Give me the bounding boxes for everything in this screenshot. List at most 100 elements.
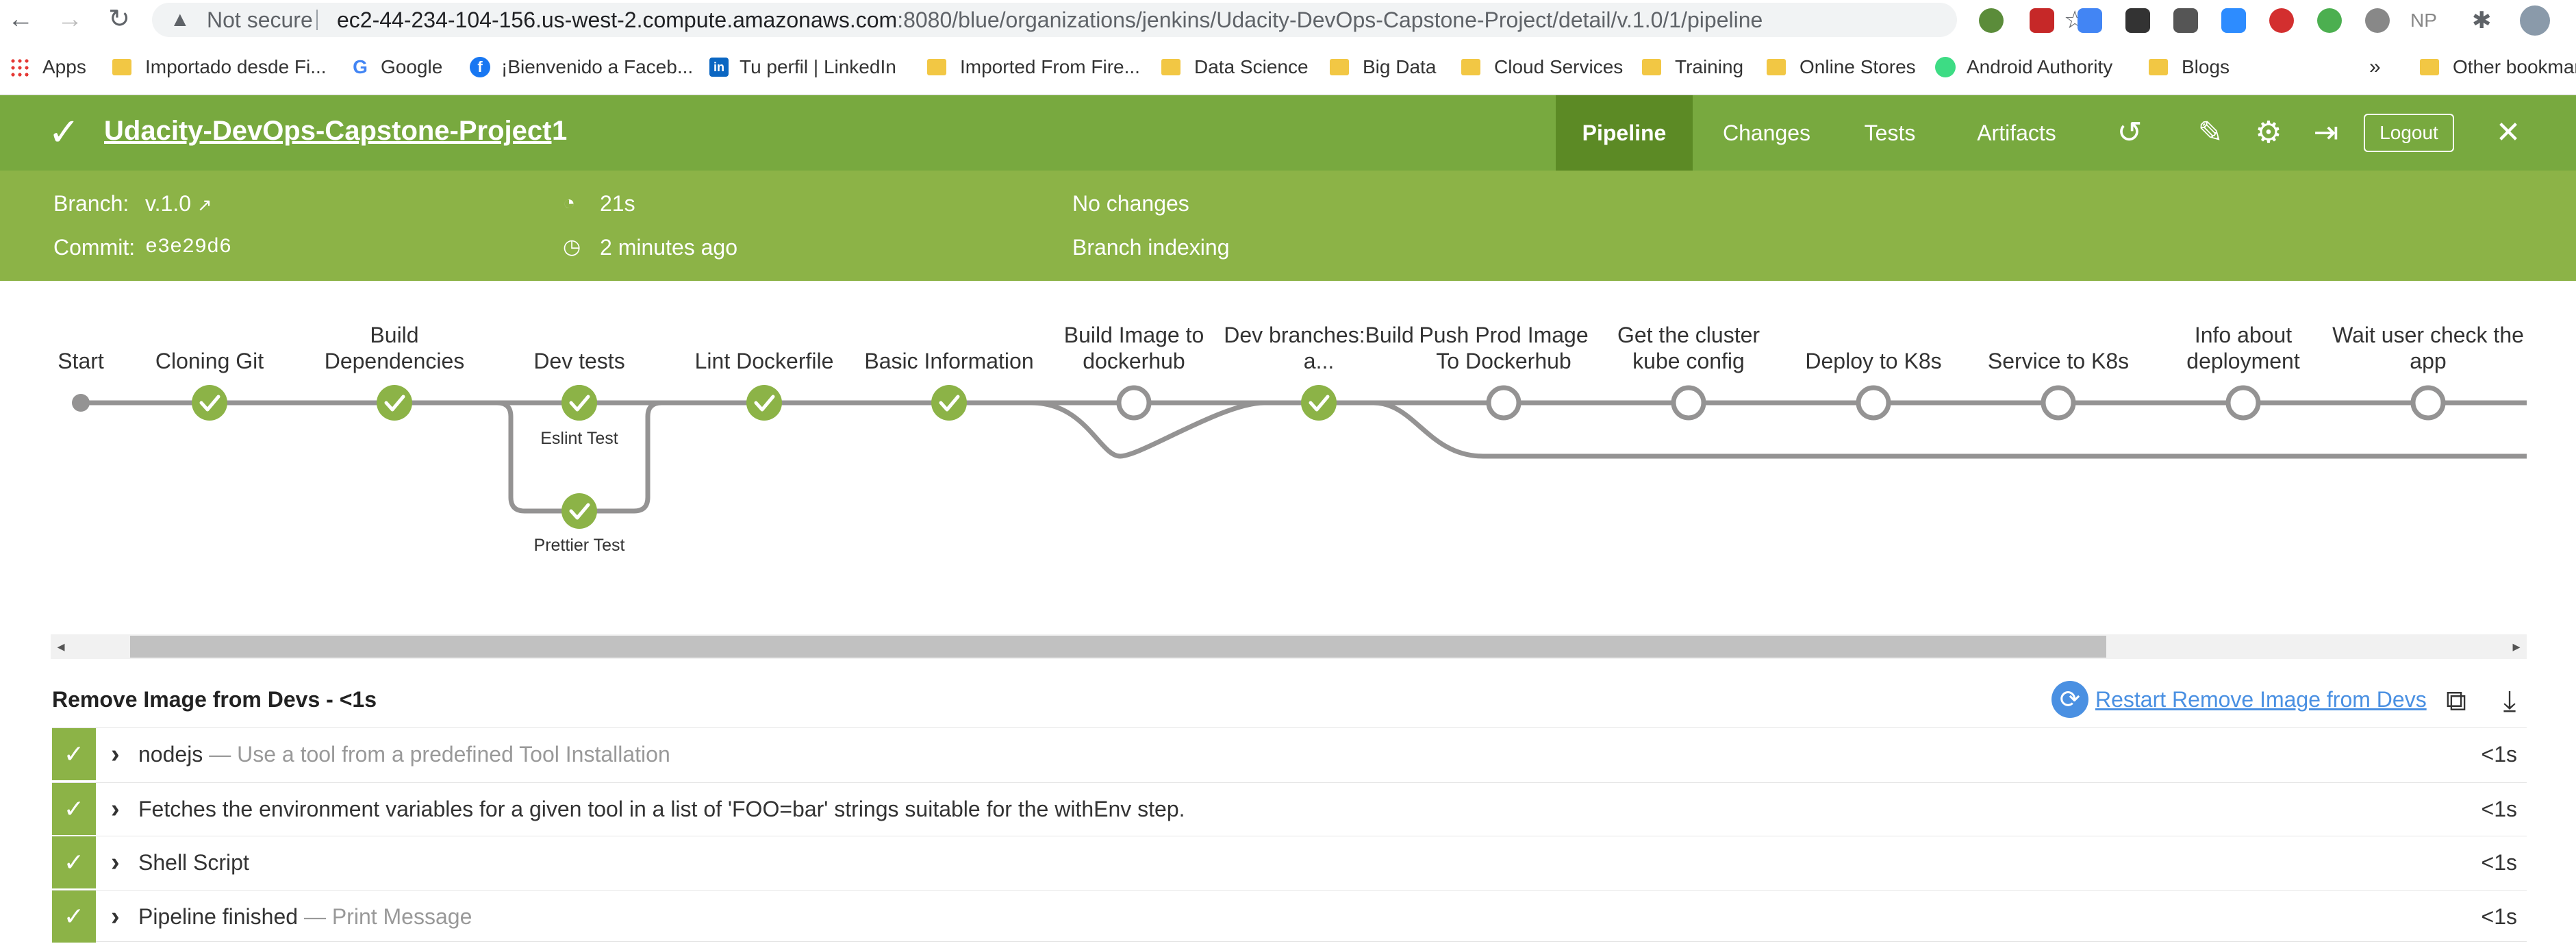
bookmark-item[interactable]: in Tu perfil | LinkedIn [709,40,896,95]
step-name: nodejs [138,742,203,767]
step-description: — Use a tool from a predefined Tool Inst… [209,742,670,767]
stage-label[interactable]: Info about deployment [2147,322,2339,374]
step-name: Fetches the environment variables for a … [138,797,1185,821]
bookmark-item[interactable]: G Google [351,40,442,95]
edit-pencil-icon[interactable]: ✎ [2193,116,2227,150]
scrollbar-thumb[interactable] [130,636,2106,658]
stage-label[interactable]: Build Dependencies [299,322,490,374]
bookmark-label: Other bookmar [2453,56,2576,77]
url-text[interactable]: ec2-44-234-104-156.us-west-2.compute.ama… [337,3,1763,37]
bookmark-label: Tu perfil | LinkedIn [740,56,896,77]
rerun-icon[interactable]: ↺ [2112,116,2147,150]
url-separator [316,10,318,30]
more-bookmarks-chevron-icon[interactable]: » [2369,40,2381,95]
stage-label[interactable]: Deploy to K8s [1778,348,1969,374]
logout-button[interactable]: Logout [2364,114,2454,152]
restart-icon: ⟳ [2051,681,2088,718]
bookmark-item[interactable]: Importado desde Fi... [112,40,327,95]
step-row[interactable]: ✓ › Pipeline finished — Print Message <1… [52,890,2527,943]
tab-pipeline[interactable]: Pipeline [1556,95,1693,171]
duration-icon: ◔ [563,192,576,214]
folder-icon [2420,58,2439,75]
extension-screenshot-icon[interactable] [2173,8,2198,33]
stage-label[interactable]: Dev tests [483,348,675,374]
stage-label[interactable]: Get the cluster kube config [1593,322,1784,374]
expand-chevron-icon[interactable]: › [111,783,120,835]
folder-icon [1642,58,1661,75]
not-secure-label[interactable]: Not secure [207,3,313,37]
tab-changes[interactable]: Changes [1698,95,1835,171]
bookmark-item[interactable]: Data Science [1161,40,1309,95]
scroll-left-arrow-icon[interactable]: ◂ [51,634,71,659]
google-icon: G [353,56,368,77]
extension-np-icon[interactable]: NP [2410,8,2440,33]
horizontal-scrollbar[interactable]: ◂ ▸ [51,634,2527,659]
close-icon[interactable]: ✕ [2491,116,2525,150]
expand-chevron-icon[interactable]: › [111,836,120,888]
extension-zoom-icon[interactable] [2221,8,2246,33]
step-duration: <1s [2481,904,2517,929]
parallel-label[interactable]: Eslint Test [497,429,661,449]
step-row[interactable]: ✓ › Shell Script <1s [52,836,2527,888]
extension-profile-icon[interactable] [2269,8,2294,33]
extension-gray-icon[interactable] [2365,8,2390,33]
step-row[interactable]: ✓ › nodejs — Use a tool from a predefine… [52,727,2527,780]
tab-tests[interactable]: Tests [1835,95,1945,171]
address-bar[interactable]: ▲ Not secure ec2-44-234-104-156.us-west-… [152,3,2086,37]
bookmark-item[interactable]: Online Stores [1767,40,1916,95]
bookmark-label: Training [1675,56,1744,77]
folder-icon [1330,58,1349,75]
bookmark-item[interactable]: Big Data [1330,40,1436,95]
clock-icon: ◷ [563,236,581,258]
bookmark-item[interactable]: Imported From Fire... [927,40,1140,95]
extensions-puzzle-icon[interactable]: ✱ [2472,8,2497,33]
settings-gear-icon[interactable]: ⚙ [2251,116,2286,150]
open-external-icon[interactable]: ⧉ [2439,684,2473,718]
profile-avatar[interactable] [2520,5,2550,36]
bookmark-apps[interactable]: Apps [10,40,86,95]
stage-label[interactable]: Lint Dockerfile [668,348,860,374]
bookmark-item[interactable]: Cloud Services [1461,40,1623,95]
extension-translate-icon[interactable] [2078,8,2102,33]
stage-label[interactable]: Push Prod Image To Dockerhub [1408,322,1600,374]
branch-value[interactable]: v.1.0 ↗ [145,190,212,219]
bookmark-item[interactable]: Android Authority [1935,40,2112,95]
parallel-label[interactable]: Prettier Test [497,536,661,556]
extension-globe-icon[interactable] [1979,8,2004,33]
facebook-icon: f [470,56,490,77]
step-success-check-icon: ✓ [52,728,96,780]
stage-label[interactable]: Basic Information [853,348,1045,374]
step-success-check-icon: ✓ [52,891,96,943]
stage-label[interactable]: Dev branches:Build a... [1223,322,1415,374]
stage-label[interactable]: Cloning Git [114,348,305,374]
bookmark-item[interactable]: Other bookmar [2420,40,2576,95]
extension-circle-icon[interactable] [2317,8,2342,33]
download-icon[interactable]: ⤓ [2492,684,2527,718]
reload-icon[interactable]: ↻ [104,4,134,34]
extension-red-icon[interactable] [2030,8,2054,33]
expand-chevron-icon[interactable]: › [111,891,120,943]
extension-location-icon[interactable] [2125,8,2150,33]
step-description: — Print Message [303,904,472,929]
step-text: nodejs — Use a tool from a predefined To… [138,728,670,780]
bookmark-label: ¡Bienvenido a Faceb... [501,56,694,77]
forward-arrow-icon[interactable]: → [55,4,85,34]
stage-label[interactable]: Service to K8s [1962,348,2154,374]
exit-classic-icon[interactable]: ⇥ [2309,116,2343,150]
tab-artifacts[interactable]: Artifacts [1952,95,2082,171]
restart-stage-link[interactable]: Restart Remove Image from Devs [2095,687,2427,712]
bookmark-item[interactable]: f ¡Bienvenido a Faceb... [470,40,693,95]
scroll-right-arrow-icon[interactable]: ▸ [2506,634,2527,659]
restart-stage-button[interactable]: ⟳ Restart Remove Image from Devs [2051,681,2427,719]
branch-name: v.1.0 [145,191,191,216]
run-header: ✓ Udacity-DevOps-Capstone-Project 1 Pipe… [0,95,2576,171]
warning-icon[interactable]: ▲ [170,3,190,37]
step-row[interactable]: ✓ › Fetches the environment variables fo… [52,782,2527,835]
bookmark-item[interactable]: Training [1642,40,1743,95]
stage-label[interactable]: Build Image to dockerhub [1038,322,1230,374]
expand-chevron-icon[interactable]: › [111,728,120,780]
back-arrow-icon[interactable]: ← [5,4,36,34]
bookmark-item[interactable]: Blogs [2149,40,2230,95]
stage-label[interactable]: Wait user check the app [2332,322,2524,374]
project-link[interactable]: Udacity-DevOps-Capstone-Project [104,116,551,147]
